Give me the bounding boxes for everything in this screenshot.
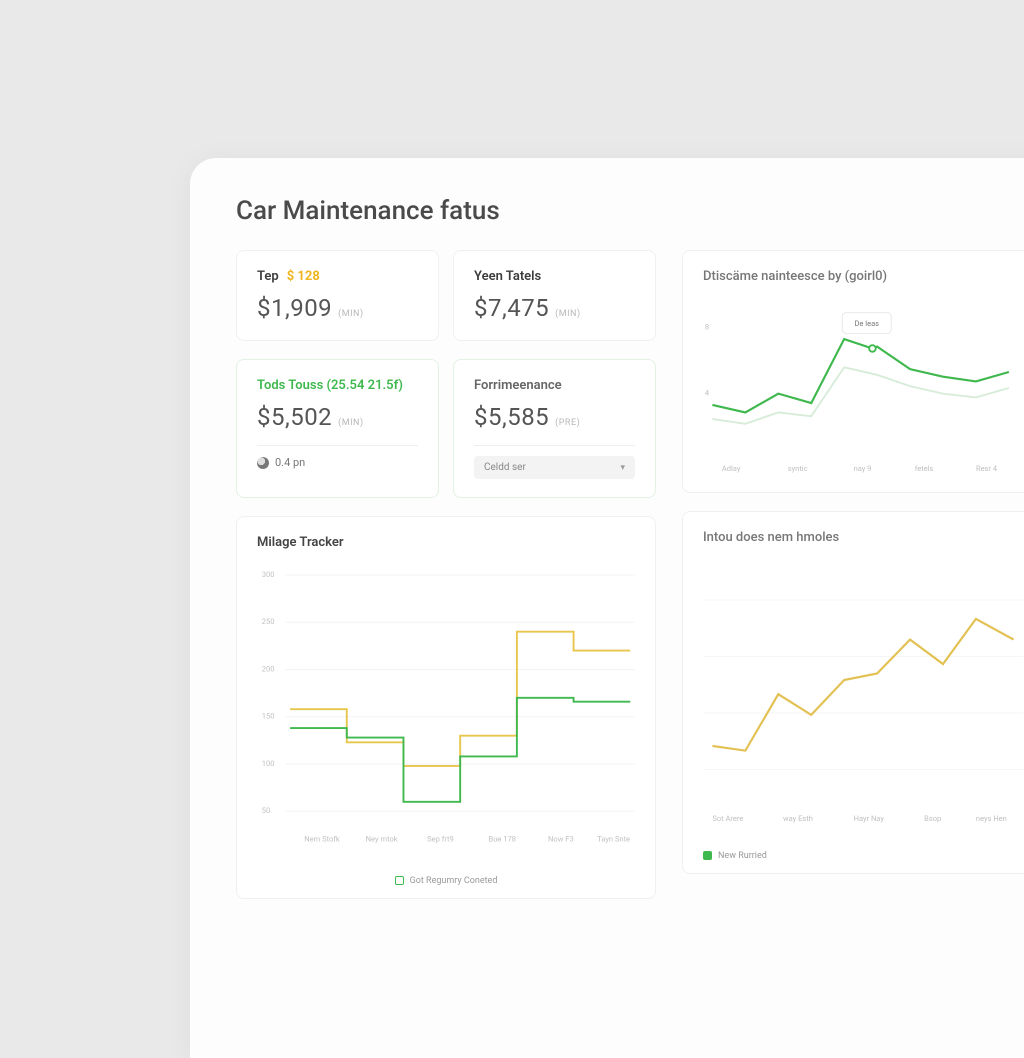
svg-text:Bsop: Bsop: [924, 814, 941, 823]
chart-title: Milage Tracker: [257, 535, 635, 550]
clock-icon: [257, 457, 269, 469]
svg-text:Bue 178: Bue 178: [489, 834, 516, 843]
stat-footer-text: 0.4 pn: [275, 456, 305, 469]
chart-legend: Got Regumry Coneted: [257, 876, 635, 886]
svg-text:Tayn Snte: Tayn Snte: [597, 834, 630, 843]
stat-footer: 0.4 pn: [257, 456, 418, 469]
stat-value: $1,909: [257, 294, 332, 322]
dashboard-grid: Tep $ 128 $1,909 (min) Yeen Tatels $7,47…: [236, 250, 1024, 917]
chart-tooltip-text: De leas: [854, 319, 879, 328]
svg-text:Resr 4: Resr 4: [976, 464, 998, 473]
svg-text:Ney mtok: Ney mtok: [366, 834, 398, 843]
select-value: Celdd ser: [484, 462, 526, 473]
legend-item: New Rurried: [703, 851, 767, 861]
mileage-chart-card: Milage Tracker 300 250 200 150 100 50: [236, 516, 656, 899]
chart-title: Intou does nem hmoles: [703, 530, 1023, 545]
svg-text:250: 250: [262, 617, 275, 626]
svg-text:Sot Arere: Sot Arere: [712, 814, 743, 823]
svg-text:neys Hen: neys Hen: [976, 814, 1007, 823]
svg-text:Nem Stofk: Nem Stofk: [304, 834, 340, 843]
x-axis-labels: Adlay syntic nay 9 fetels Resr 4: [722, 464, 998, 473]
chevron-down-icon: ▾: [620, 463, 625, 473]
series-pale: [712, 367, 1008, 423]
stat-label: Tep: [257, 269, 279, 284]
svg-text:Sep frt9: Sep frt9: [427, 834, 454, 843]
data-point: [869, 345, 876, 352]
series-yellow: [290, 632, 630, 766]
x-axis-labels: Nem Stofk Ney mtok Sep frt9 Bue 178 Now …: [304, 834, 630, 843]
stat-label: Yeen Tatels: [474, 269, 541, 284]
svg-text:fetels: fetels: [915, 464, 934, 473]
svg-text:300: 300: [262, 570, 275, 579]
stat-label: Tods Touss (25.54 21.5f): [257, 378, 403, 393]
legend-swatch-icon: [703, 851, 712, 860]
stat-card-tep[interactable]: Tep $ 128 $1,909 (min): [236, 250, 439, 341]
bottom-right-chart-card: Intou does nem hmoles Sot Arere way Esth…: [682, 511, 1024, 874]
y-axis-labels: 300 250 200 150 100 50: [262, 570, 275, 815]
svg-text:Hayr Nay: Hayr Nay: [854, 814, 885, 823]
stat-unit: (PRE): [555, 418, 580, 428]
svg-text:100: 100: [262, 759, 275, 768]
svg-text:Adlay: Adlay: [722, 464, 741, 473]
legend-item: Got Regumry Coneted: [395, 876, 498, 886]
stat-row-1: Tep $ 128 $1,909 (min) Yeen Tatels $7,47…: [236, 250, 656, 341]
stat-value: $5,585: [474, 403, 549, 431]
mileage-chart: 300 250 200 150 100 50: [257, 558, 635, 870]
page-title: Car Maintenance fatus: [236, 196, 1024, 226]
divider: [257, 445, 418, 446]
legend-label: Got Regumry Coneted: [410, 876, 498, 886]
svg-text:200: 200: [262, 664, 275, 673]
stat-value: $7,475: [474, 294, 549, 322]
stat-label: Forrimeenance: [474, 378, 562, 393]
svg-text:Now F3: Now F3: [548, 834, 574, 843]
legend-swatch-icon: [395, 876, 404, 885]
series-yellow: [712, 619, 1013, 751]
series-green: [712, 339, 1008, 412]
svg-text:syntic: syntic: [788, 464, 808, 473]
chart-title: Dtiscäme nainteesce by (goirl0): [703, 269, 1023, 284]
stat-card-forr[interactable]: Forrimeenance $5,585 (PRE) Celdd ser ▾: [453, 359, 656, 498]
stat-unit: (min): [338, 309, 363, 319]
stat-card-yeen[interactable]: Yeen Tatels $7,475 (min): [453, 250, 656, 341]
svg-text:8: 8: [705, 323, 709, 332]
maintenance-chart-card: Dtiscäme nainteesce by (goirl0) 8 4 De l…: [682, 250, 1024, 493]
bottom-right-chart: Sot Arere way Esth Hayr Nay Bsop neys He…: [703, 553, 1023, 845]
divider: [474, 445, 635, 446]
legend-label: New Rurried: [718, 851, 767, 861]
x-axis-labels: Sot Arere way Esth Hayr Nay Bsop neys He…: [712, 814, 1006, 823]
stat-card-tods[interactable]: Tods Touss (25.54 21.5f) $5,502 (min) 0.…: [236, 359, 439, 498]
left-column: Tep $ 128 $1,909 (min) Yeen Tatels $7,47…: [236, 250, 656, 917]
svg-text:way Esth: way Esth: [783, 814, 813, 823]
stat-value: $5,502: [257, 403, 332, 431]
stat-unit: (min): [338, 418, 363, 428]
maintenance-chart: 8 4 De leas Adlay syntic nay 9 fetels Re…: [703, 292, 1023, 480]
svg-text:4: 4: [705, 389, 710, 398]
stat-tag: $ 128: [287, 269, 320, 284]
svg-text:50: 50: [262, 806, 270, 815]
chart-legend: New Rurried: [703, 851, 1023, 861]
stat-unit: (min): [555, 309, 580, 319]
svg-text:150: 150: [262, 712, 275, 721]
dashboard-panel: Car Maintenance fatus Tep $ 128 $1,909 (…: [190, 158, 1024, 1058]
stat-row-2: Tods Touss (25.54 21.5f) $5,502 (min) 0.…: [236, 359, 656, 498]
period-select[interactable]: Celdd ser ▾: [474, 456, 635, 479]
svg-text:nay 9: nay 9: [854, 464, 872, 473]
right-column: Dtiscäme nainteesce by (goirl0) 8 4 De l…: [682, 250, 1024, 917]
